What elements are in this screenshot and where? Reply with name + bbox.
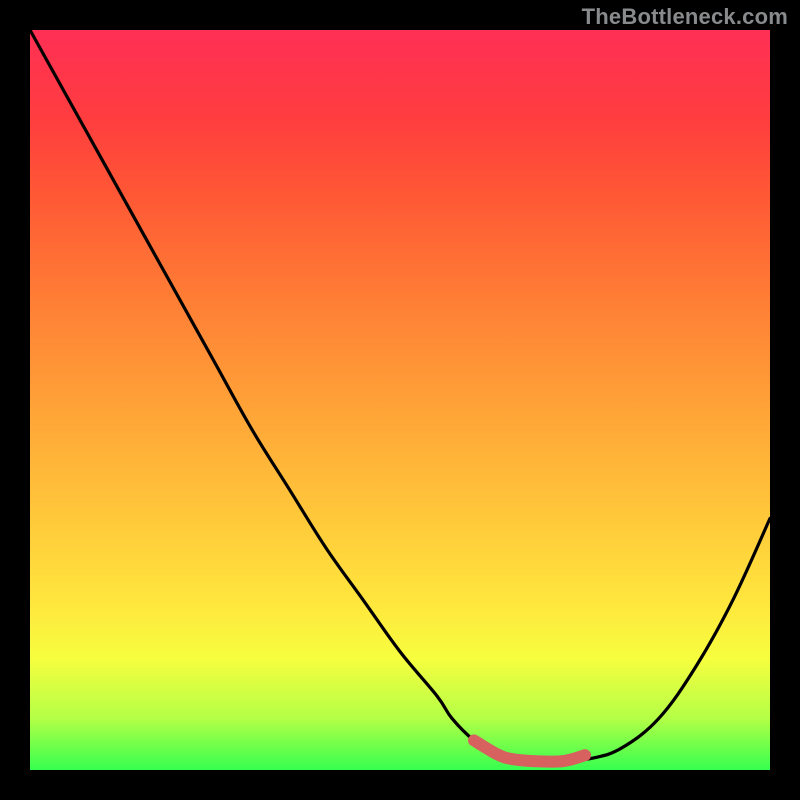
curve-svg: [30, 30, 770, 770]
watermark-text: TheBottleneck.com: [582, 4, 788, 30]
bottleneck-curve: [30, 30, 770, 761]
plot-area: [30, 30, 770, 770]
chart-frame: TheBottleneck.com: [0, 0, 800, 800]
optimal-zone-highlight: [474, 740, 585, 761]
